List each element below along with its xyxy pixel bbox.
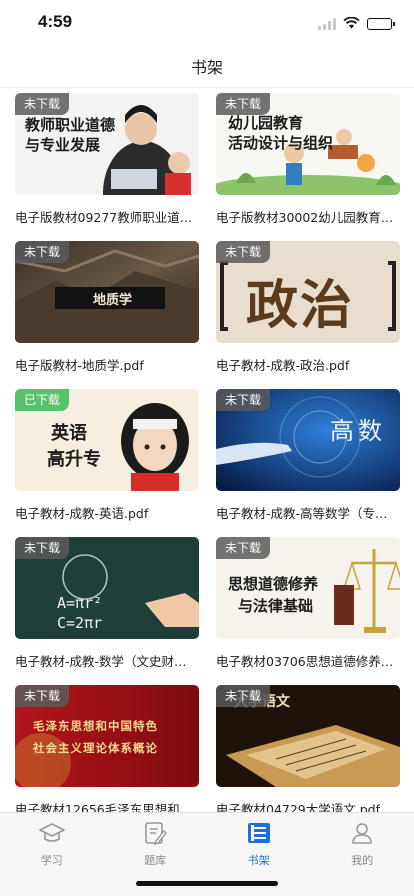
book-card[interactable]: 大学语文 未下载 电子教材04729大学语文.pdf: [216, 685, 400, 812]
book-cover[interactable]: 地质学 未下载: [15, 241, 199, 343]
book-card[interactable]: 政治 未下载 电子教材-成教-政治.pdf: [216, 241, 400, 374]
tab-study[interactable]: 学习: [0, 813, 104, 896]
cover-title-line: 毛泽东思想和中国特色: [33, 719, 158, 733]
cover-title-line: 幼儿园教育: [228, 114, 304, 132]
download-status-badge: 未下载: [15, 685, 70, 707]
cover-title-line: 高升专: [47, 449, 101, 470]
book-title: 电子教材-成教-数学（文史财经类）.pdf: [15, 654, 199, 669]
download-status-badge: 未下载: [15, 537, 70, 559]
download-status-badge: 未下载: [216, 537, 271, 559]
book-title: 电子教材03706思想道德修养与法律基础.pdf: [216, 654, 400, 669]
cover-title-line: 社会主义理论体系概论: [33, 741, 158, 755]
cover-title-line: 地质学: [93, 293, 133, 308]
wifi-icon: [343, 14, 360, 33]
tab-label: 我的: [351, 854, 374, 867]
book-cover[interactable]: 大学语文 未下载: [216, 685, 400, 787]
book-card[interactable]: 思想道德修养 与法律基础 未下载 电子教材03706思想道德修养与法律基础.pd…: [216, 537, 400, 670]
book-title: 电子版教材-地质学.pdf: [15, 358, 144, 373]
download-status-badge: 未下载: [15, 93, 70, 115]
cover-title-line: 与专业发展: [25, 136, 101, 154]
status-icons: [318, 14, 395, 33]
book-card[interactable]: 教师职业道德 与专业发展 未下载 电子版教材09277教师职业道德与专业发展: [15, 93, 199, 226]
bookshelf-icon: [246, 821, 272, 849]
battery-icon: [367, 17, 395, 30]
cover-title-line: A=πr²: [57, 594, 103, 612]
navigation-bar: 书架: [0, 44, 414, 88]
book-title: 电子教材-成教-高等数学（专升本）.pdf: [216, 506, 400, 521]
book-title: 电子教材04729大学语文.pdf: [216, 802, 381, 812]
book-card[interactable]: 英语 高升专 已下载 电子教材-成教-英语.pdf: [15, 389, 199, 522]
book-cover[interactable]: 政治 未下载: [216, 241, 400, 343]
graduation-cap-icon: [38, 821, 65, 849]
bookshelf-grid: 教师职业道德 与专业发展 未下载 电子版教材09277教师职业道德与专业发展 幼…: [0, 88, 414, 812]
book-cover[interactable]: 毛泽东思想和中国特色 社会主义理论体系概论 未下载: [15, 685, 199, 787]
book-cover[interactable]: 幼儿园教育 活动设计与组织 未下载: [216, 93, 400, 195]
cover-title-line: 活动设计与组织: [228, 134, 334, 152]
book-title: 电子教材-成教-英语.pdf: [15, 506, 149, 521]
book-cover[interactable]: 思想道德修养 与法律基础 未下载: [216, 537, 400, 639]
book-card[interactable]: 毛泽东思想和中国特色 社会主义理论体系概论 未下载 电子教材12656毛泽东思想…: [15, 685, 199, 812]
book-cover[interactable]: 高数 未下载: [216, 389, 400, 491]
book-card[interactable]: 地质学 未下载 电子版教材-地质学.pdf: [15, 241, 199, 374]
cover-title-line: C=2πr: [57, 614, 103, 632]
book-cover[interactable]: 英语 高升专 已下载: [15, 389, 199, 491]
book-cover[interactable]: A=πr² C=2πr 未下载: [15, 537, 199, 639]
book-title: 电子版教材09277教师职业道德与专业发展: [15, 210, 199, 225]
download-status-badge: 未下载: [216, 93, 271, 115]
book-title: 电子版教材30002幼儿园教育活动设计与组织: [216, 210, 400, 225]
tab-label: 学习: [40, 854, 63, 867]
cover-title-line: 政治: [246, 275, 355, 336]
download-status-badge: 未下载: [216, 685, 271, 707]
home-indicator: [136, 881, 278, 886]
book-title: 电子教材12656毛泽东思想和中国特色社会主义理论体系概论.pdf: [15, 802, 199, 812]
person-icon: [349, 821, 375, 849]
status-bar: 4:59: [0, 0, 414, 44]
tab-label: 题库: [144, 854, 167, 867]
cover-title-line: 与法律基础: [238, 597, 314, 615]
page-title: 书架: [190, 57, 223, 77]
tab-profile[interactable]: 我的: [311, 813, 414, 896]
book-card[interactable]: 幼儿园教育 活动设计与组织 未下载 电子版教材30002幼儿园教育活动设计与组织: [216, 93, 400, 226]
download-status-badge: 未下载: [216, 389, 271, 411]
download-status-badge: 已下载: [15, 389, 70, 411]
cover-title-line: 思想道德修养: [228, 575, 319, 593]
cover-title-line: 英语: [51, 423, 87, 444]
tab-label: 书架: [247, 854, 270, 867]
download-status-badge: 未下载: [15, 241, 70, 263]
status-time: 4:59: [38, 12, 73, 31]
cellular-signal-icon: [318, 17, 336, 30]
book-title: 电子教材-成教-政治.pdf: [216, 358, 350, 373]
book-card[interactable]: 高数 未下载 电子教材-成教-高等数学（专升本）.pdf: [216, 389, 400, 522]
book-cover[interactable]: 教师职业道德 与专业发展 未下载: [15, 93, 199, 195]
cover-title-line: 教师职业道德: [25, 116, 116, 134]
book-card[interactable]: A=πr² C=2πr 未下载 电子教材-成教-数学（文史财经类）.pdf: [15, 537, 199, 670]
cover-title-line: 高数: [330, 417, 386, 445]
download-status-badge: 未下载: [216, 241, 271, 263]
edit-document-icon: [142, 821, 168, 849]
